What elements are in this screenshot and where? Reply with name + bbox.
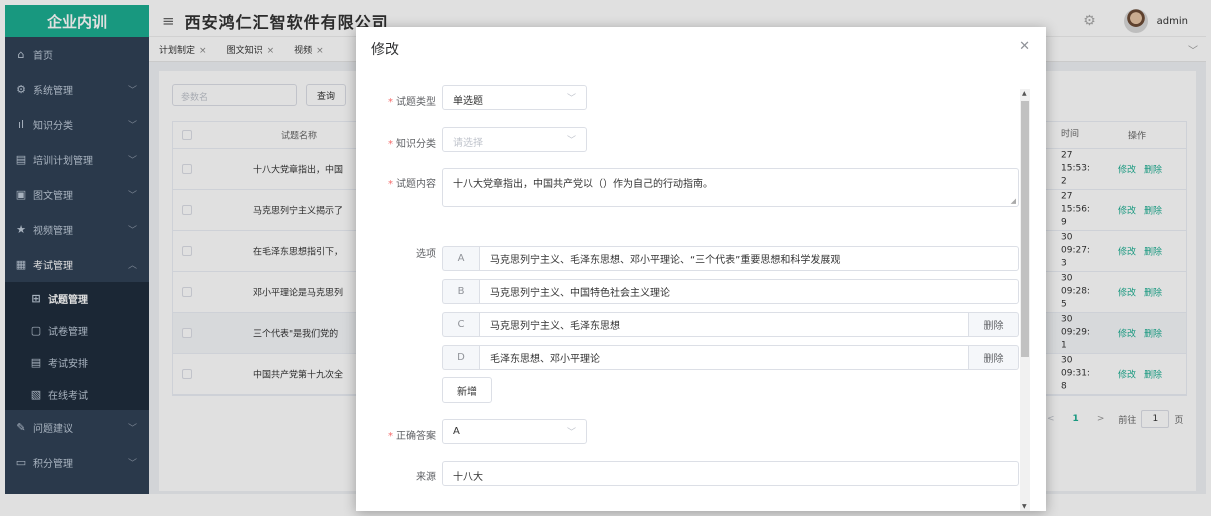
dialog-scrollbar[interactable]: ▲ ▼ xyxy=(1020,89,1030,511)
option-letter: C xyxy=(442,312,479,337)
option-row-d: D 毛泽东思想、邓小平理论 删除 xyxy=(442,345,1019,370)
option-input[interactable]: 马克思列宁主义、毛泽东思想 xyxy=(479,312,969,337)
delete-option-button[interactable]: 删除 xyxy=(969,312,1019,337)
close-icon[interactable]: ✕ xyxy=(1019,39,1030,54)
option-letter: B xyxy=(442,279,479,304)
type-label-text: 试题类型 xyxy=(396,97,436,108)
delete-option-button[interactable]: 删除 xyxy=(969,345,1019,370)
edit-dialog: 修改 ✕ * 试题类型 单选题 ﹀ * 知识分类 请选择 ﹀ * 试题内容 十八大党章… xyxy=(356,27,1046,511)
scroll-down-icon[interactable]: ▼ xyxy=(1022,503,1027,510)
add-option-button[interactable]: 新增 xyxy=(442,377,492,403)
required-mark: * xyxy=(388,97,393,108)
option-input[interactable]: 毛泽东思想、邓小平理论 xyxy=(479,345,969,370)
category-label-text: 知识分类 xyxy=(396,139,436,150)
options-label: 选项 xyxy=(416,249,436,260)
chevron-down-icon: ﹀ xyxy=(566,136,576,146)
source-input[interactable]: 十八大 xyxy=(442,461,1019,486)
content-label-text: 试题内容 xyxy=(396,179,436,190)
scroll-up-icon[interactable]: ▲ xyxy=(1022,90,1027,97)
option-letter: D xyxy=(442,345,479,370)
option-row-b: B 马克思列宁主义、中国特色社会主义理论 xyxy=(442,279,1019,304)
content-label: * 试题内容 xyxy=(356,175,436,190)
question-content-textarea[interactable]: 十八大党章指出，中国共产党以（）作为自己的行动指南。 ◢ xyxy=(442,168,1019,207)
chevron-down-icon: ﹀ xyxy=(566,428,576,438)
option-row-a: A 马克思列宁主义、毛泽东思想、邓小平理论、“三个代表”重要思想和科学发展观 xyxy=(442,246,1019,271)
category-placeholder: 请选择 xyxy=(453,138,483,149)
answer-label: * 正确答案 xyxy=(356,427,436,442)
option-input[interactable]: 马克思列宁主义、毛泽东思想、邓小平理论、“三个代表”重要思想和科学发展观 xyxy=(479,246,1019,271)
question-content-value: 十八大党章指出，中国共产党以（）作为自己的行动指南。 xyxy=(453,179,713,190)
category-label: * 知识分类 xyxy=(356,135,436,150)
question-type-select[interactable]: 单选题 ﹀ xyxy=(442,85,587,110)
required-mark: * xyxy=(388,179,393,190)
option-row-c: C 马克思列宁主义、毛泽东思想 删除 xyxy=(442,312,1019,337)
category-select[interactable]: 请选择 ﹀ xyxy=(442,127,587,152)
scrollbar-thumb[interactable] xyxy=(1021,101,1029,357)
required-mark: * xyxy=(388,431,393,442)
required-mark: * xyxy=(388,139,393,150)
dialog-body: * 试题类型 单选题 ﹀ * 知识分类 请选择 ﹀ * 试题内容 十八大党章指出，中国… xyxy=(356,75,1046,511)
option-letter: A xyxy=(442,246,479,271)
chevron-down-icon: ﹀ xyxy=(566,94,576,104)
question-type-value: 单选题 xyxy=(453,96,483,107)
dialog-title: 修改 xyxy=(371,42,399,58)
type-label: * 试题类型 xyxy=(356,93,436,108)
resize-handle-icon[interactable]: ◢ xyxy=(1011,197,1016,205)
option-input[interactable]: 马克思列宁主义、中国特色社会主义理论 xyxy=(479,279,1019,304)
correct-answer-select[interactable]: A ﹀ xyxy=(442,419,587,444)
correct-answer-value: A xyxy=(453,426,460,437)
answer-label-text: 正确答案 xyxy=(396,431,436,442)
source-label: 来源 xyxy=(416,472,436,483)
